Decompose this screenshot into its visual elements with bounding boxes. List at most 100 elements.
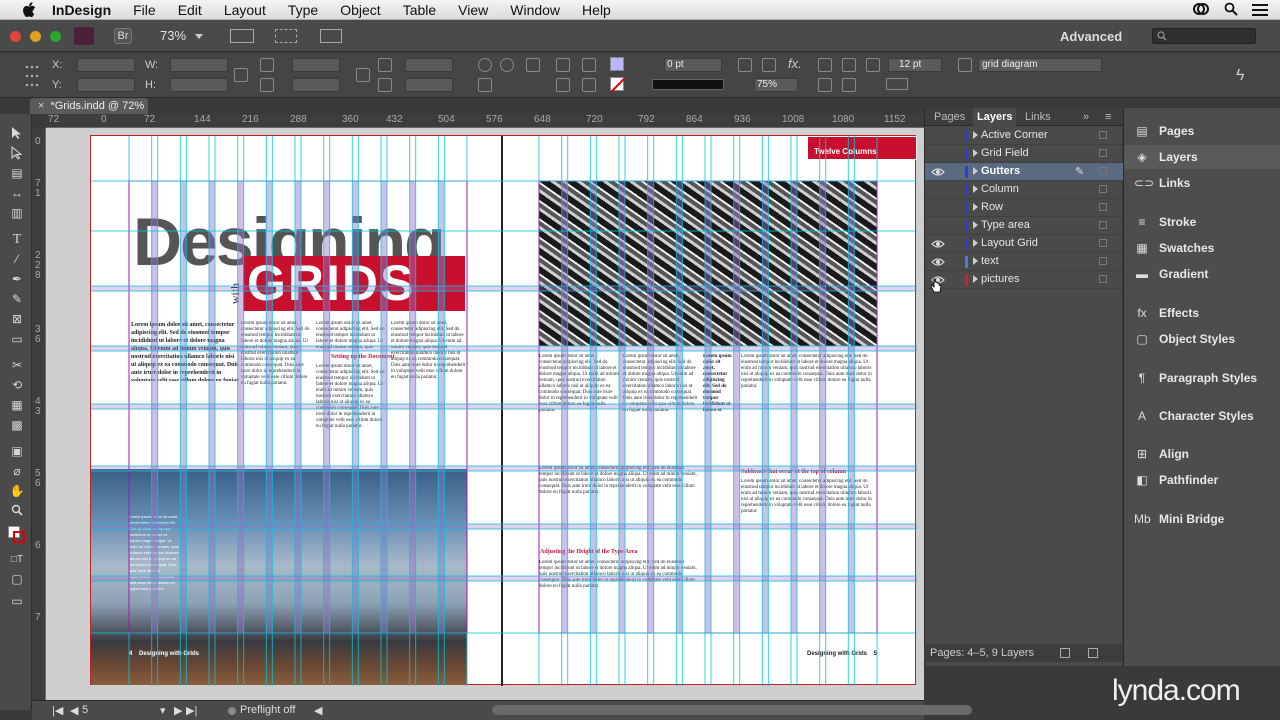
layer-row[interactable]: pictures: [925, 271, 1123, 289]
corner-size-field[interactable]: 12 pt: [888, 58, 942, 72]
x-field[interactable]: [77, 58, 135, 72]
formatting-affects-icon[interactable]: □T: [9, 554, 25, 568]
menu-file[interactable]: File: [133, 2, 156, 18]
document-tab[interactable]: × *Grids.indd @ 72%: [30, 98, 148, 114]
tab-layers[interactable]: Layers: [973, 108, 1017, 126]
line-tool-icon[interactable]: ⁄: [9, 252, 25, 266]
stroke-type-select[interactable]: [652, 79, 724, 90]
scissors-tool-icon[interactable]: ✂: [9, 358, 25, 372]
minimize-window-button[interactable]: [30, 31, 41, 42]
next-page-icon[interactable]: ▶: [174, 704, 182, 717]
layer-lock-box[interactable]: [1099, 185, 1107, 193]
horizontal-ruler[interactable]: 72 0 72 144 216 288 360 432 504 576 648 …: [46, 114, 924, 128]
layer-row[interactable]: Gutters ✎: [925, 163, 1123, 181]
eye-icon[interactable]: [931, 202, 945, 214]
eye-icon[interactable]: [931, 148, 945, 160]
layer-row[interactable]: Layout Grid: [925, 235, 1123, 253]
menu-window[interactable]: Window: [510, 2, 560, 18]
stroke-swatch-icon[interactable]: [610, 77, 626, 93]
rotate-90-ccw-icon[interactable]: [500, 58, 514, 72]
text-frame-options-icon[interactable]: [526, 58, 540, 72]
zoom-tool-icon[interactable]: [9, 504, 25, 518]
dock-paragraph-styles[interactable]: ¶ Paragraph Styles: [1124, 366, 1280, 390]
dock-layers[interactable]: ◈ Layers: [1124, 145, 1280, 169]
panel-menu-icon[interactable]: ≡: [1105, 111, 1111, 123]
bridge-button[interactable]: Br: [114, 28, 132, 44]
eye-icon[interactable]: [931, 256, 945, 268]
tab-links[interactable]: Links: [1025, 111, 1051, 123]
expand-triangle-icon[interactable]: [973, 185, 978, 193]
dock-effects[interactable]: fx Effects: [1124, 301, 1280, 325]
direct-selection-tool-icon[interactable]: [9, 145, 25, 160]
corner-shape-select[interactable]: [886, 78, 908, 90]
dock-links[interactable]: ⊂⊃ Links: [1124, 171, 1280, 195]
layer-row[interactable]: Active Corner: [925, 127, 1123, 145]
preflight-menu-icon[interactable]: ◀: [314, 704, 322, 717]
rectangle-tool-icon[interactable]: ▭: [9, 332, 25, 346]
arrange-documents-icon[interactable]: [320, 29, 342, 43]
drop-shadow-icon[interactable]: [738, 58, 752, 72]
spotlight-search-icon[interactable]: [1224, 2, 1238, 19]
layer-lock-box[interactable]: [1099, 275, 1107, 283]
dock-pages[interactable]: ▤ Pages: [1124, 119, 1280, 143]
fill-swatch-icon[interactable]: [610, 57, 624, 71]
constrain-scale-icon[interactable]: [356, 68, 370, 82]
select-content-icon[interactable]: [582, 78, 596, 92]
hand-tool-icon[interactable]: ✋: [9, 484, 25, 498]
flip-horizontal-icon[interactable]: [556, 58, 570, 72]
fx-icon[interactable]: fx.: [788, 56, 802, 71]
expand-triangle-icon[interactable]: [973, 203, 978, 211]
width-field[interactable]: [170, 58, 228, 72]
dock-swatches[interactable]: ▦ Swatches: [1124, 236, 1280, 260]
layer-lock-box[interactable]: [1099, 131, 1107, 139]
rotation-field[interactable]: [405, 58, 453, 72]
scale-x-field[interactable]: [292, 58, 340, 72]
zoom-window-button[interactable]: [50, 31, 61, 42]
help-search-input[interactable]: [1152, 28, 1256, 44]
quick-apply-icon[interactable]: ϟ: [1236, 67, 1244, 85]
menu-help[interactable]: Help: [582, 2, 611, 18]
expand-triangle-icon[interactable]: [973, 221, 978, 229]
gradient-feather-tool-icon[interactable]: ▩: [9, 418, 25, 432]
creative-cloud-icon[interactable]: [1192, 2, 1210, 19]
fit-frame-icon[interactable]: [842, 58, 856, 72]
expand-triangle-icon[interactable]: [973, 131, 978, 139]
fill-frame-icon[interactable]: [842, 78, 856, 92]
horizontal-scrollbar[interactable]: [492, 705, 972, 715]
screen-mode-icon[interactable]: [275, 29, 297, 43]
zoom-dropdown-icon[interactable]: [195, 34, 203, 39]
constrain-proportions-icon[interactable]: [234, 68, 248, 82]
workspace-switcher[interactable]: Advanced: [1060, 29, 1122, 44]
page-tool-icon[interactable]: ▤: [9, 166, 25, 180]
new-layer-icon[interactable]: [1060, 648, 1070, 658]
effects-panel-icon[interactable]: [762, 58, 776, 72]
tab-pages[interactable]: Pages: [934, 111, 965, 123]
close-tab-icon[interactable]: ×: [38, 100, 44, 112]
stroke-weight-field[interactable]: 0 pt: [664, 58, 722, 72]
free-transform-tool-icon[interactable]: ⟲: [9, 378, 25, 392]
eye-icon[interactable]: [931, 238, 945, 250]
dock-align[interactable]: ⊞ Align: [1124, 442, 1280, 466]
layer-lock-box[interactable]: [1099, 149, 1107, 157]
close-window-button[interactable]: [10, 31, 21, 42]
flip-vertical-icon[interactable]: [556, 78, 570, 92]
layer-lock-box[interactable]: [1099, 239, 1107, 247]
screen-mode-tool-icon[interactable]: ▭: [9, 594, 25, 608]
layer-lock-box[interactable]: [1099, 167, 1107, 175]
pencil-tool-icon[interactable]: ✎: [9, 292, 25, 306]
expand-triangle-icon[interactable]: [973, 239, 978, 247]
menu-edit[interactable]: Edit: [178, 2, 202, 18]
expand-triangle-icon[interactable]: [973, 275, 978, 283]
object-style-select[interactable]: grid diagram: [978, 58, 1102, 72]
corner-options-icon[interactable]: [866, 58, 880, 72]
apple-icon[interactable]: [20, 1, 38, 18]
layer-lock-box[interactable]: [1099, 257, 1107, 265]
preflight-status[interactable]: Preflight off: [240, 704, 295, 716]
gradient-swatch-tool-icon[interactable]: ▦: [9, 398, 25, 412]
eye-icon[interactable]: [931, 220, 945, 232]
layer-row[interactable]: Type area: [925, 217, 1123, 235]
eye-icon[interactable]: [931, 166, 945, 178]
type-tool-icon[interactable]: T: [9, 232, 25, 247]
page-number-field[interactable]: 5: [82, 704, 162, 716]
menu-view[interactable]: View: [458, 2, 488, 18]
